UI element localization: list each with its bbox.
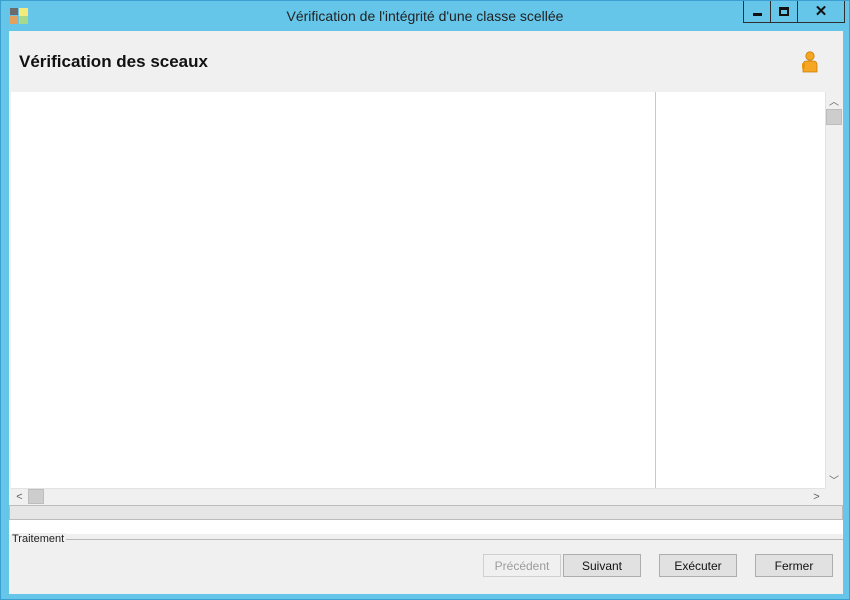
scroll-down-icon[interactable]: ﹀: [826, 471, 842, 488]
dialog-client-area: Vérification des sceaux ︿ ﹀ < > Traiteme…: [9, 31, 843, 594]
previous-button[interactable]: Précédent: [483, 554, 561, 577]
vertical-scrollbar[interactable]: ︿ ﹀: [825, 92, 842, 488]
group-label: Traitement: [12, 533, 67, 545]
maximize-icon: [779, 7, 789, 16]
minimize-icon: [752, 12, 762, 16]
scroll-up-icon[interactable]: ︿: [826, 92, 842, 109]
scroll-right-icon[interactable]: >: [808, 489, 825, 504]
minimize-button[interactable]: [743, 1, 771, 23]
scroll-corner: [825, 488, 842, 504]
close-button[interactable]: Fermer: [755, 554, 833, 577]
scroll-left-icon[interactable]: <: [11, 489, 28, 504]
window-controls: ✕: [743, 1, 845, 23]
close-window-button[interactable]: ✕: [798, 1, 845, 23]
vertical-scroll-thumb[interactable]: [826, 109, 842, 125]
progress-bar: [9, 505, 843, 520]
dialog-window: Vérification de l'intégrité d'une classe…: [0, 0, 850, 600]
maximize-button[interactable]: [771, 1, 798, 23]
title-bar[interactable]: Vérification de l'intégrité d'une classe…: [1, 1, 849, 31]
close-icon: ✕: [814, 3, 828, 20]
window-title: Vérification de l'intégrité d'une classe…: [286, 8, 564, 24]
horizontal-scrollbar[interactable]: < >: [11, 488, 825, 504]
column-divider[interactable]: [655, 92, 656, 488]
horizontal-scroll-thumb[interactable]: [28, 489, 44, 504]
page-title: Vérification des sceaux: [19, 52, 208, 71]
next-button[interactable]: Suivant: [563, 554, 641, 577]
group-divider: [64, 539, 843, 540]
execute-button[interactable]: Exécuter: [659, 554, 737, 577]
results-list[interactable]: ︿ ﹀ < >: [11, 92, 842, 504]
status-field: [9, 520, 843, 534]
wizard-header: Vérification des sceaux: [9, 31, 843, 92]
user-icon: [802, 51, 818, 73]
